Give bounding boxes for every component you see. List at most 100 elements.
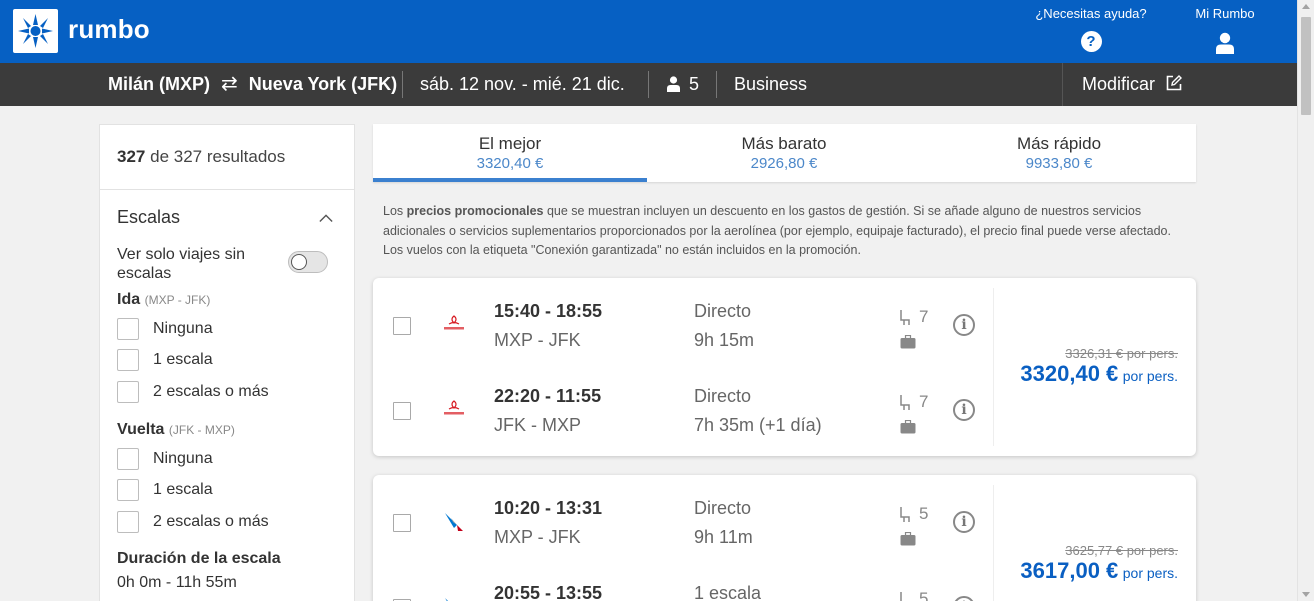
emirates-logo-icon	[444, 315, 464, 330]
info-icon[interactable]: i	[953, 511, 975, 533]
tab-price: 3320,40 €	[476, 155, 544, 172]
info-icon[interactable]: i	[953, 314, 975, 336]
tab-price: 2926,80 €	[750, 155, 818, 172]
passenger-icon	[667, 76, 680, 92]
option-label: 1 escala	[153, 351, 213, 368]
tab-best[interactable]: El mejor 3320,40 €	[373, 124, 647, 182]
seat-icon	[900, 592, 902, 601]
flight-times: 10:20 - 13:31	[494, 498, 603, 518]
active-tab-indicator	[373, 178, 647, 182]
return-label: Vuelta	[117, 421, 165, 438]
option-label: 2 escalas o más	[153, 383, 269, 400]
promo-text-start: Los	[383, 204, 407, 218]
passenger-count: 5	[689, 74, 700, 94]
option-label: 1 escala	[153, 481, 213, 498]
price-per-person: por pers.	[1122, 565, 1178, 581]
baggage-icon	[900, 335, 916, 349]
scroll-down-arrow-icon[interactable]	[1302, 592, 1310, 597]
flight-times: 20:55 - 13:55	[494, 583, 603, 601]
original-price: 3625,77 € por pers.	[1065, 543, 1178, 558]
tab-fastest[interactable]: Más rápido 9933,80 €	[922, 124, 1196, 182]
tab-label: El mejor	[478, 134, 542, 153]
stops-filter-title[interactable]: Escalas	[117, 207, 180, 228]
scroll-up-arrow-icon[interactable]	[1302, 4, 1310, 9]
flight-price[interactable]: 3617,00 € por pers.	[1020, 558, 1178, 584]
american-airlines-logo-icon	[445, 513, 463, 531]
flight-route: JFK - MXP	[494, 415, 582, 435]
price-per-person: por pers.	[1122, 368, 1178, 384]
original-price: 3326,31 € por pers.	[1065, 346, 1178, 361]
tab-price: 9933,80 €	[1025, 155, 1093, 172]
flight-times: 15:40 - 18:55	[494, 301, 603, 321]
tab-cheapest[interactable]: Más barato 2926,80 €	[647, 124, 921, 182]
help-link[interactable]: ¿Necesitas ayuda? ?	[1034, 6, 1148, 52]
seat-icon	[900, 310, 910, 325]
origin-city: Milán (MXP)	[108, 74, 210, 94]
flight-leg-outbound: 10:20 - 13:31 MXP - JFK Directo 9h 11m 5…	[373, 475, 993, 547]
chevron-up-icon[interactable]	[319, 211, 333, 225]
page-scrollbar[interactable]	[1297, 0, 1314, 601]
passengers-summary[interactable]: 5	[667, 63, 699, 106]
leg-checkbox[interactable]	[393, 317, 411, 335]
divider	[100, 189, 354, 190]
user-icon	[1216, 32, 1234, 54]
sort-tabs: El mejor 3320,40 € Más barato 2926,80 € …	[373, 124, 1196, 182]
info-icon[interactable]: i	[953, 596, 975, 601]
cabin-class[interactable]: Business	[734, 63, 807, 106]
emirates-logo-icon	[444, 400, 464, 415]
layover-duration-range: 0h 0m - 11h 55m	[117, 574, 237, 591]
edit-icon	[1166, 75, 1183, 91]
date-range[interactable]: sáb. 12 nov. - mié. 21 dic.	[420, 63, 625, 106]
seats-available: 7	[919, 307, 929, 326]
seat-icon	[900, 395, 910, 410]
flight-card[interactable]: 10:20 - 13:31 MXP - JFK Directo 9h 11m 5…	[373, 475, 1196, 601]
tab-label: Más rápido	[1016, 134, 1102, 153]
flight-times: 22:20 - 11:55	[494, 386, 602, 406]
checkbox[interactable]	[117, 381, 139, 403]
option-label: 2 escalas o más	[153, 513, 269, 530]
help-label: ¿Necesitas ayuda?	[1035, 6, 1147, 21]
modify-button[interactable]: Modificar	[1082, 63, 1183, 106]
swap-icon: ⇄	[221, 73, 238, 95]
checkbox[interactable]	[117, 479, 139, 501]
return-stops-title: Vuelta (JFK - MXP)	[117, 421, 235, 439]
american-airlines-logo-icon	[445, 598, 448, 601]
option-label: Ninguna	[153, 320, 213, 337]
divider	[716, 71, 717, 98]
checkbox[interactable]	[117, 318, 139, 340]
flight-route: MXP - JFK	[494, 527, 581, 547]
promo-text-bold: precios promocionales	[406, 204, 544, 218]
info-icon[interactable]: i	[953, 399, 975, 421]
divider	[648, 71, 649, 98]
flight-stops: Directo	[694, 301, 752, 321]
direct-only-toggle[interactable]	[288, 251, 328, 273]
flight-card[interactable]: 15:40 - 18:55 MXP - JFK Directo 9h 15m 7…	[373, 278, 1196, 456]
results-number: 327	[117, 147, 146, 166]
checkbox[interactable]	[117, 511, 139, 533]
layover-duration-title: Duración de la escala	[117, 550, 281, 567]
results-text: de 327 resultados	[150, 147, 286, 166]
route-summary[interactable]: Milán (MXP) ⇄ Nueva York (JFK)	[108, 63, 397, 106]
baggage-icon	[900, 532, 916, 546]
divider	[993, 485, 994, 601]
checkbox[interactable]	[117, 448, 139, 470]
flight-duration: 7h 35m (+1 día)	[694, 415, 822, 435]
brand-name[interactable]: rumbo	[68, 14, 150, 45]
flight-route: MXP - JFK	[494, 330, 581, 350]
outbound-stops-title: Ida (MXP - JFK)	[117, 291, 210, 309]
leg-checkbox[interactable]	[393, 514, 411, 532]
divider	[402, 71, 403, 98]
leg-checkbox[interactable]	[393, 402, 411, 420]
checkbox[interactable]	[117, 349, 139, 371]
filters-sidebar: 327 de 327 resultados Escalas Ver solo v…	[99, 124, 355, 601]
flight-duration: 9h 15m	[694, 330, 755, 350]
scroll-thumb[interactable]	[1301, 17, 1311, 115]
return-route: (JFK - MXP)	[168, 423, 235, 437]
modify-label: Modificar	[1082, 74, 1156, 94]
flight-stops: Directo	[694, 386, 752, 406]
flight-price[interactable]: 3320,40 € por pers.	[1020, 361, 1178, 387]
top-header: rumbo ¿Necesitas ayuda? ? Mi Rumbo	[0, 0, 1297, 63]
rumbo-logo-icon[interactable]	[13, 9, 58, 53]
seats-available: 7	[919, 392, 929, 411]
account-link[interactable]: Mi Rumbo	[1188, 6, 1262, 54]
